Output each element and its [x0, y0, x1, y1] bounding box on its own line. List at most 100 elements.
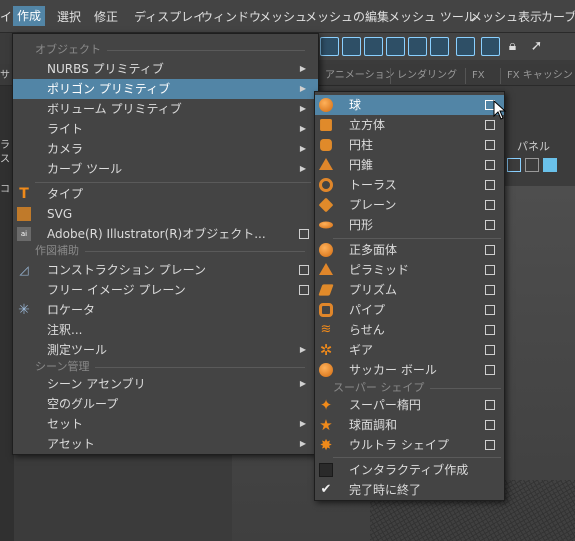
move-tool-icon[interactable]	[320, 37, 339, 56]
menu-item-disc[interactable]: 円形	[315, 215, 504, 235]
option-box[interactable]	[485, 265, 495, 275]
option-box[interactable]	[485, 325, 495, 335]
menu-mesh[interactable]: メッシュ	[259, 7, 307, 27]
menu-item-exit-on-completion[interactable]: ✔ 完了時に終了	[315, 480, 504, 500]
menu-item-free-image-plane[interactable]: フリー イメージ プレーン	[13, 280, 318, 300]
option-box[interactable]	[485, 305, 495, 315]
menu-item-illustrator[interactable]: ai Adobe(R) Illustrator(R)オブジェクト...	[13, 224, 318, 244]
tab-rendering[interactable]: レンダリング	[390, 68, 457, 84]
menu-item-soccer-ball[interactable]: サッカー ボール	[315, 360, 504, 380]
menu-item-svg[interactable]: SVG	[13, 204, 318, 224]
menu-create[interactable]: 作成	[13, 6, 46, 26]
option-box[interactable]	[485, 420, 495, 430]
menu-select[interactable]: 選択	[57, 7, 81, 27]
menu-item-volume-primitives[interactable]: ボリューム プリミティブ ▶	[13, 99, 318, 119]
menu-item-cone[interactable]: 円錐	[315, 155, 504, 175]
menu-edit-partial[interactable]: イ	[0, 7, 12, 27]
menu-mesh-display[interactable]: メッシュ表示	[470, 7, 542, 27]
panels-label[interactable]: パネル	[517, 138, 550, 154]
menu-item-spherical-harmonics[interactable]: ★ 球面調和	[315, 415, 504, 435]
menu-item-assets[interactable]: アセット ▶	[13, 434, 318, 454]
option-box[interactable]	[485, 365, 495, 375]
option-box[interactable]	[485, 160, 495, 170]
menu-item-pipe[interactable]: パイプ	[315, 300, 504, 320]
menu-item-construction-plane[interactable]: ◿ コンストラクション プレーン	[13, 260, 318, 280]
menu-item-prism[interactable]: プリズム	[315, 280, 504, 300]
menu-item-sphere[interactable]: 球	[315, 95, 504, 115]
check-icon: ✔	[320, 482, 332, 497]
option-box[interactable]	[299, 229, 309, 239]
option-box[interactable]	[485, 440, 495, 450]
menu-item-gear[interactable]: ✲ ギア	[315, 340, 504, 360]
option-box[interactable]	[485, 140, 495, 150]
menu-item-curve-tools[interactable]: カーブ ツール ▶	[13, 159, 318, 179]
menu-display[interactable]: ディスプレイ	[134, 7, 205, 27]
polygon-primitives-submenu: 球 立方体 円柱 円錐 トーラス プレーン 円形 正多面体 ピラミッド プリズム…	[314, 91, 505, 501]
menu-item-locator[interactable]: ✳ ロケータ	[13, 300, 318, 320]
lasso-tool-icon[interactable]	[342, 37, 361, 56]
menu-item-scene-assembly[interactable]: シーン アセンブリ ▶	[13, 374, 318, 394]
option-box[interactable]	[485, 285, 495, 295]
wireframe-icon[interactable]	[525, 158, 539, 172]
shaded-icon[interactable]	[543, 158, 557, 172]
option-box[interactable]	[485, 200, 495, 210]
left-label-4: コ	[0, 184, 10, 195]
menu-item-sets[interactable]: セット ▶	[13, 414, 318, 434]
panel-layout-icon[interactable]	[507, 158, 521, 172]
cube-icon	[320, 119, 332, 131]
option-box[interactable]	[485, 120, 495, 130]
menu-modify[interactable]: 修正	[94, 7, 118, 27]
menu-item-interactive-creation[interactable]: インタラクティブ作成	[315, 460, 504, 480]
menu-item-cameras[interactable]: カメラ ▶	[13, 139, 318, 159]
menu-item-cube[interactable]: 立方体	[315, 115, 504, 135]
menu-item-plane[interactable]: プレーン	[315, 195, 504, 215]
tab-fx[interactable]: FX	[465, 68, 485, 84]
section-construction-aids: 作図補助	[35, 243, 305, 259]
option-box[interactable]	[485, 400, 495, 410]
lock-icon[interactable]: 🔒︎	[503, 37, 522, 56]
paint-tool-icon[interactable]	[364, 37, 383, 56]
menu-item-helix[interactable]: ≋ らせん	[315, 320, 504, 340]
help-icon[interactable]	[481, 37, 500, 56]
select-arrow-icon[interactable]: ➚	[527, 37, 546, 56]
pipe-icon	[319, 303, 333, 317]
menu-item-ultra-shape[interactable]: ✸ ウルトラ シェイプ	[315, 435, 504, 455]
menu-item-annotation[interactable]: 注釈...	[13, 320, 318, 340]
option-box[interactable]	[485, 220, 495, 230]
option-box[interactable]	[299, 285, 309, 295]
component-icon[interactable]	[430, 37, 449, 56]
menu-item-super-ellipse[interactable]: ✦ スーパー楕円	[315, 395, 504, 415]
submenu-arrow-icon: ▶	[299, 164, 306, 173]
menu-item-platonic-solids[interactable]: 正多面体	[315, 240, 504, 260]
helix-icon: ≋	[320, 322, 332, 337]
option-box[interactable]	[485, 345, 495, 355]
menu-edit-mesh[interactable]: メッシュの編集	[305, 7, 389, 27]
menu-mesh-tools[interactable]: メッシュ ツール	[388, 7, 476, 27]
menu-item-nurbs-primitives[interactable]: NURBS プリミティブ ▶	[13, 59, 318, 79]
section-super-shapes: スーパー シェイプ	[333, 380, 501, 396]
submenu-arrow-icon: ▶	[299, 419, 306, 428]
menu-item-cylinder[interactable]: 円柱	[315, 135, 504, 155]
menu-item-pyramid[interactable]: ピラミッド	[315, 260, 504, 280]
menu-item-torus[interactable]: トーラス	[315, 175, 504, 195]
menu-curves[interactable]: カーブ	[541, 7, 575, 27]
soccer-ball-icon	[319, 363, 333, 377]
tab-fx-caching[interactable]: FX キャッシン	[500, 68, 573, 84]
panel-toolbar: パネル	[505, 86, 575, 186]
menu-item-empty-group[interactable]: 空のグループ	[13, 394, 318, 414]
option-box[interactable]	[299, 265, 309, 275]
left-label-1: サ	[0, 70, 10, 81]
transform-icon[interactable]	[408, 37, 427, 56]
menu-windows[interactable]: ウィンドウ	[201, 7, 261, 27]
menu-item-lights[interactable]: ライト ▶	[13, 119, 318, 139]
option-box[interactable]	[485, 180, 495, 190]
menu-item-type[interactable]: T タイプ	[13, 184, 318, 204]
clapper-icon[interactable]	[456, 37, 475, 56]
gear-icon: ✲	[319, 341, 333, 359]
tab-animation[interactable]: アニメーション	[318, 68, 395, 84]
menu-item-polygon-primitives[interactable]: ポリゴン プリミティブ ▶	[13, 79, 318, 99]
menu-item-measure-tools[interactable]: 測定ツール ▶	[13, 340, 318, 360]
snap-icon[interactable]	[386, 37, 405, 56]
option-box[interactable]	[485, 245, 495, 255]
cylinder-icon	[320, 139, 332, 151]
